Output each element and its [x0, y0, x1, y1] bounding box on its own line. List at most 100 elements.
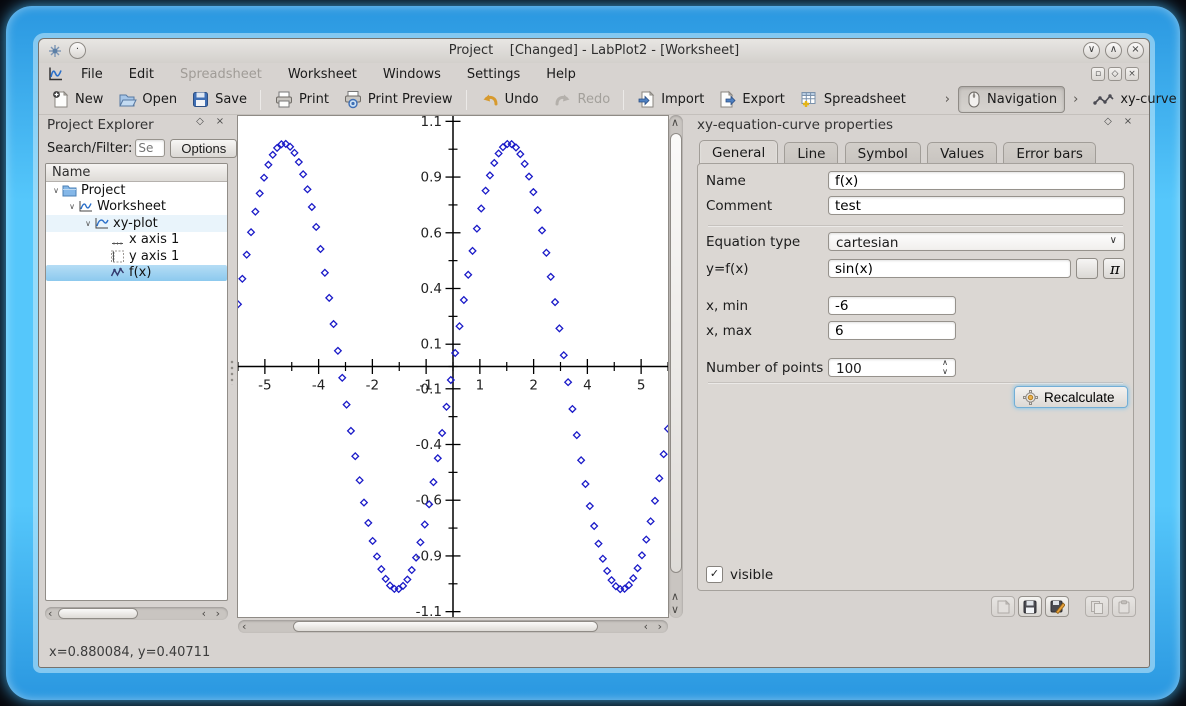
scroll-right-arrow[interactable]: › [658, 622, 662, 632]
open-button[interactable]: Open [110, 87, 184, 112]
worksheet-vscrollbar[interactable]: ∧ ∧ ∨ [669, 115, 683, 618]
xmin-label: x, min [706, 298, 828, 314]
equation-type-select[interactable]: cartesian ∨ [828, 232, 1125, 251]
visible-label: visible [730, 567, 773, 583]
dock-float-button[interactable]: ◇ [193, 115, 207, 129]
scroll-thumb[interactable] [670, 133, 682, 573]
save-as-template-button[interactable] [1045, 596, 1069, 617]
print-preview-button[interactable]: Print Preview [336, 87, 460, 112]
tree-item-fx[interactable]: f(x) [46, 265, 227, 282]
scroll-left-arrow[interactable]: ‹ [48, 609, 52, 619]
template-buttons [991, 596, 1136, 617]
npoints-label: Number of points [706, 360, 828, 376]
recalculate-button[interactable]: Recalculate [1014, 386, 1128, 408]
mdi-restore-button[interactable]: ▫ [1091, 67, 1105, 81]
minimize-button[interactable]: ∨ [1083, 42, 1100, 59]
mdi-close-button[interactable]: × [1125, 67, 1139, 81]
visible-checkbox[interactable]: ✓ [706, 566, 723, 583]
save-template-button[interactable] [1018, 596, 1042, 617]
scroll-left-arrow[interactable]: ‹ [242, 622, 246, 632]
menu-help[interactable]: Help [533, 65, 589, 84]
project-tree: Name ∨ Project ∨ Worksheet ∨ x [45, 163, 228, 601]
menu-windows[interactable]: Windows [370, 65, 454, 84]
xmin-field[interactable] [828, 296, 956, 315]
new-document-icon [51, 90, 70, 109]
menu-settings[interactable]: Settings [454, 65, 533, 84]
navigation-button[interactable]: Navigation [958, 86, 1065, 113]
expander-icon[interactable]: ∨ [82, 219, 94, 228]
xmax-field[interactable] [828, 321, 956, 340]
scroll-thumb[interactable] [58, 608, 138, 619]
toolbar-separator [623, 90, 624, 110]
tree-item-project[interactable]: ∨ Project [46, 182, 227, 199]
save-button[interactable]: Save [184, 87, 254, 112]
scroll-left-arrow[interactable]: ‹ [644, 622, 648, 632]
function-field[interactable] [828, 259, 1071, 278]
search-input[interactable] [135, 139, 165, 157]
close-button[interactable]: × [1127, 42, 1144, 59]
mdi-float-button[interactable]: ◇ [1108, 67, 1122, 81]
restore-icon: ▫ [1095, 69, 1101, 79]
cursor-position-readout: x=0.880084, y=0.40711 [49, 645, 210, 660]
expander-icon[interactable]: ∨ [66, 202, 78, 211]
dock-close-button[interactable]: × [213, 115, 227, 129]
scroll-left-arrow[interactable]: ‹ [202, 609, 206, 619]
import-button[interactable]: Import [630, 87, 711, 112]
dock-splitter[interactable] [230, 359, 234, 385]
functions-button[interactable] [1076, 258, 1098, 279]
npoints-spinbox[interactable]: 100 ∧∨ [828, 358, 956, 377]
toolbar-extender[interactable]: › [1065, 92, 1086, 107]
print-button[interactable]: Print [267, 87, 336, 112]
toolbar-extender[interactable]: › [937, 92, 958, 107]
new-button[interactable]: New [44, 87, 110, 112]
undo-button[interactable]: Undo [473, 87, 546, 112]
menu-file[interactable]: File [68, 65, 116, 84]
tree-item-x-axis-1[interactable]: x axis 1 [46, 232, 227, 249]
redo-button: Redo [546, 87, 618, 112]
scroll-up-arrow[interactable]: ∧ [671, 592, 679, 602]
export-button[interactable]: Export [711, 87, 792, 112]
tree-item-worksheet[interactable]: ∨ Worksheet [46, 199, 227, 216]
options-button[interactable]: Options [170, 139, 237, 158]
spin-up-down-icon[interactable]: ∧∨ [942, 358, 948, 376]
svg-text:-0.4: -0.4 [416, 437, 442, 453]
spreadsheet-button[interactable]: Spreadsheet [792, 87, 913, 112]
float-icon: ◇ [1112, 69, 1119, 79]
chevron-up-icon: ∧ [1110, 44, 1117, 55]
worksheet-hscrollbar[interactable]: ‹ ‹ › [238, 620, 668, 633]
menu-worksheet[interactable]: Worksheet [275, 65, 370, 84]
menu-edit[interactable]: Edit [116, 65, 167, 84]
chevron-down-icon: ∨ [942, 367, 948, 376]
dock-close-button[interactable]: × [1121, 115, 1135, 129]
titlebar[interactable]: · Project [Changed] - LabPlot2 - [Worksh… [39, 39, 1149, 63]
expander-icon[interactable]: ∨ [50, 186, 62, 195]
tree-column-header[interactable]: Name [46, 164, 227, 182]
comment-field[interactable] [828, 196, 1125, 215]
tab-general[interactable]: General [699, 140, 778, 165]
worksheet-canvas[interactable]: -5-4-2-112451.10.90.60.40.1-0.1-0.4-0.6-… [237, 115, 669, 618]
search-filter-label: Search/Filter: [47, 141, 132, 156]
explorer-hscrollbar[interactable]: ‹ ‹ › [45, 607, 228, 620]
constants-pi-button[interactable]: π [1103, 258, 1125, 279]
paste-button [1112, 596, 1136, 617]
document-icon [996, 600, 1011, 614]
xy-plot-chart[interactable]: -5-4-2-112451.10.90.60.40.1-0.1-0.4-0.6-… [238, 116, 668, 617]
name-field[interactable] [828, 171, 1125, 190]
tree-item-label: y axis 1 [129, 249, 179, 264]
xy-curve-button[interactable]: xy-curve [1086, 89, 1183, 111]
chevron-left-icon: ‹ [202, 607, 206, 620]
tree-item-y-axis-1[interactable]: y axis 1 [46, 248, 227, 265]
float-icon: ◇ [196, 116, 204, 127]
scroll-thumb[interactable] [293, 621, 598, 632]
general-tab-panel: Name Comment Equation type cartesian ∨ y… [697, 163, 1134, 591]
maximize-button[interactable]: ∧ [1105, 42, 1122, 59]
npoints-value: 100 [836, 361, 862, 377]
dock-float-button[interactable]: ◇ [1101, 115, 1115, 129]
tree-item-xy-plot[interactable]: ∨ xy-plot [46, 215, 227, 232]
scroll-right-arrow[interactable]: › [216, 609, 220, 619]
scroll-down-arrow[interactable]: ∨ [671, 605, 679, 615]
scroll-up-arrow[interactable]: ∧ [671, 118, 679, 128]
spacer [1072, 596, 1082, 617]
gear-icon [1023, 390, 1038, 405]
tree-item-label: Project [81, 183, 125, 198]
